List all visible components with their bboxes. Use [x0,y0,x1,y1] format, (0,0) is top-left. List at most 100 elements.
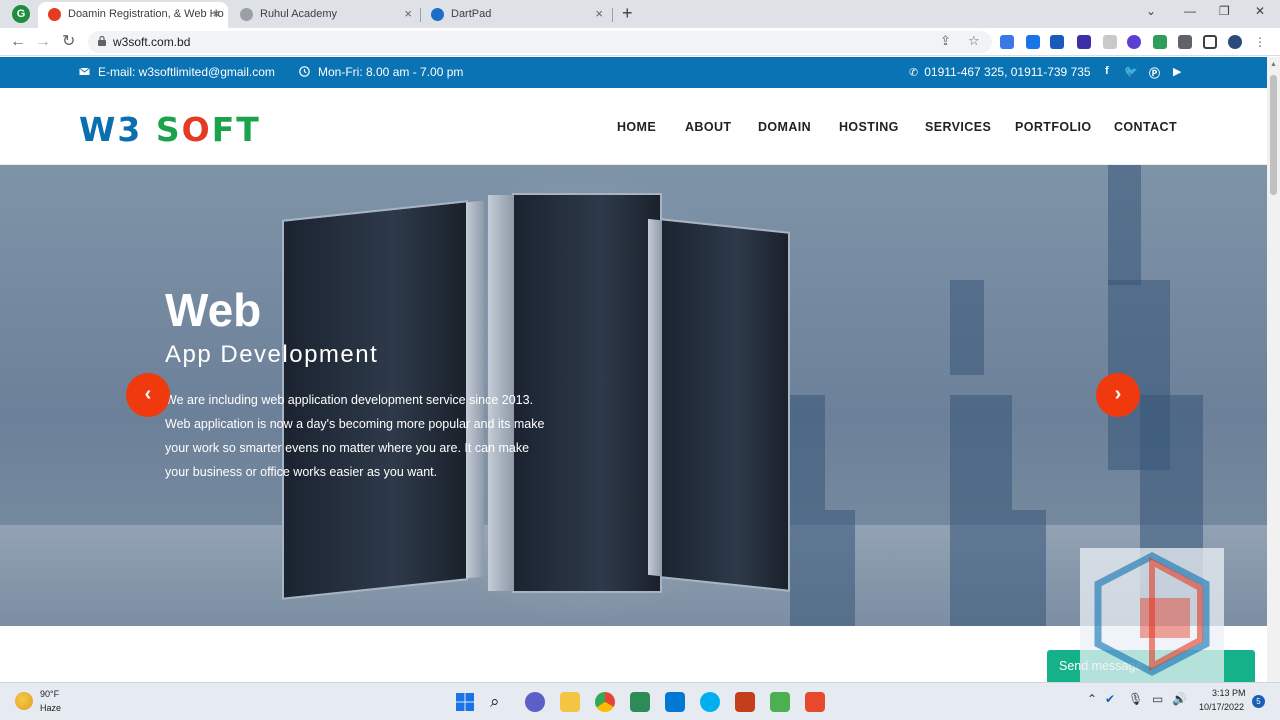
ruhul-academy-favicon-icon [240,8,253,21]
windows-taskbar: 90°F Haze ⌕ ⌃ ✔ 🎙 ▭ 🔊 3:13 PM 10/17/2022… [0,682,1280,720]
clock-icon [299,66,310,77]
dartpad-favicon-icon [431,8,444,21]
browser-toolbar: ← → ↻ w3soft.com.bd ⇪ ☆ ⋮ [0,28,1280,56]
tab-domain-registration[interactable]: Doamin Registration, & Web Ho × [38,2,228,28]
nav-hosting[interactable]: HOSTING [839,120,899,134]
tab-title: Doamin Registration, & Web Ho [68,8,224,20]
teams-chat-icon[interactable] [525,692,545,712]
notepad-icon[interactable] [630,692,650,712]
network-icon[interactable]: ▭ [1152,692,1163,706]
hero-decor-block [950,395,1012,626]
close-tab-icon[interactable]: × [595,2,603,26]
new-tab-button[interactable]: + [622,3,633,24]
microphone-icon[interactable]: 🎙 [1128,692,1143,706]
camtasia-icon[interactable] [770,692,790,712]
extension-icon[interactable] [1026,35,1040,49]
volume-icon[interactable]: 🔊 [1172,692,1187,706]
page-scrollbar[interactable]: ▲ [1267,57,1280,682]
hero-decor-block [1108,165,1141,285]
reload-icon[interactable]: ↻ [62,32,75,52]
minimize-icon[interactable]: — [1184,4,1196,18]
extension-icon[interactable] [1000,35,1014,49]
extensions-puzzle-icon[interactable] [1178,35,1192,49]
nav-home[interactable]: HOME [617,120,656,134]
hero-subtitle: App Development [165,341,379,368]
lock-icon[interactable] [98,36,106,46]
chrome-icon[interactable] [595,692,615,712]
envelope-icon [79,67,90,75]
weather-sun-icon[interactable] [15,692,33,710]
hero-title: Web [165,284,262,336]
nav-services[interactable]: SERVICES [925,120,991,134]
powerpoint-icon[interactable] [735,692,755,712]
close-tab-icon[interactable]: × [212,2,220,26]
hero-description: We are including web application develop… [165,393,545,479]
clock-date[interactable]: 10/17/2022 [1199,702,1244,712]
w3soft-favicon-icon [48,8,61,21]
notification-badge[interactable]: 5 [1252,695,1265,708]
windows-start-icon[interactable] [455,692,475,712]
site-header: W3 SOFT HOME ABOUT DOMAIN HOSTING SERVIC… [0,88,1267,165]
hero-decor-block [790,395,825,626]
nav-domain[interactable]: DOMAIN [758,120,811,134]
watermark-logo-icon [1094,552,1210,676]
url-text: w3soft.com.bd [113,35,191,49]
hero-decor-block [1012,510,1046,626]
avatar[interactable] [1228,35,1242,49]
extension-icon[interactable] [1153,35,1167,49]
w3soft-logo[interactable]: W3 SOFT [79,110,261,149]
tab-search-chevron-icon[interactable]: ⌄ [1146,4,1156,18]
channel-watermark [1080,548,1224,682]
vscode-icon[interactable] [665,692,685,712]
extension-icon[interactable] [1103,35,1117,49]
address-bar[interactable]: w3soft.com.bd ⇪ ☆ [88,31,992,53]
tab-title: DartPad [451,8,492,20]
profile-icon[interactable]: G [12,5,30,23]
browser-menu-icon[interactable]: ⋮ [1254,35,1268,49]
forward-arrow-icon[interactable]: → [35,32,51,52]
slider-next-button[interactable]: › [1096,373,1140,417]
website-viewport: E-mail: w3softlimited@gmail.com Mon-Fri:… [0,57,1267,682]
hero-slider: Web App Development We are including web… [0,165,1267,626]
weather-description[interactable]: Haze [40,703,61,713]
close-tab-icon[interactable]: × [404,2,412,26]
side-panel-icon[interactable] [1203,35,1217,49]
search-icon[interactable]: ⌕ [490,692,510,712]
skype-icon[interactable] [700,692,720,712]
scroll-up-icon[interactable]: ▲ [1270,61,1277,68]
facebook-icon[interactable]: f [1105,65,1109,77]
tab-dartpad[interactable]: DartPad × [421,2,611,28]
security-shield-icon[interactable]: ✔ [1105,692,1115,706]
tab-ruhul-academy[interactable]: Ruhul Academy × [230,2,420,28]
nav-about[interactable]: ABOUT [685,120,731,134]
close-window-icon[interactable]: ✕ [1255,4,1265,18]
youtube-icon[interactable]: ▶ [1173,65,1181,78]
topbar-hours: Mon-Fri: 8.00 am - 7.00 pm [299,65,463,79]
phone-icon: ✆ [909,67,919,79]
nav-portfolio[interactable]: PORTFOLIO [1015,120,1092,134]
nav-contact[interactable]: CONTACT [1114,120,1177,134]
extension-badge-icon[interactable] [1077,35,1091,49]
contact-topbar: E-mail: w3softlimited@gmail.com Mon-Fri:… [0,57,1267,88]
extension-new-icon[interactable] [1050,35,1064,49]
bookmark-star-icon[interactable]: ☆ [968,33,980,49]
back-arrow-icon[interactable]: ← [10,32,26,52]
topbar-phone[interactable]: ✆ 01911-467 325, 01911-739 735 [909,65,1091,79]
maximize-icon[interactable]: ❐ [1219,4,1230,18]
clock-time[interactable]: 3:13 PM [1212,688,1246,698]
browser-tab-bar: G Doamin Registration, & Web Ho × Ruhul … [0,0,1280,28]
camtasia-recorder-icon[interactable] [805,692,825,712]
tray-chevron-icon[interactable]: ⌃ [1087,692,1097,706]
slider-prev-button[interactable]: ‹ [126,373,170,417]
extension-icon[interactable] [1127,35,1141,49]
weather-temperature[interactable]: 90°F [40,689,59,699]
tab-separator [612,8,613,22]
topbar-email[interactable]: E-mail: w3softlimited@gmail.com [79,65,275,79]
share-icon[interactable]: ⇪ [940,33,951,49]
hero-decor-block [825,510,855,626]
pinterest-icon[interactable]: Ⓟ [1149,65,1160,81]
file-explorer-icon[interactable] [560,692,580,712]
scrollbar-thumb[interactable] [1270,75,1277,195]
twitter-icon[interactable]: 🐦 [1124,65,1138,78]
server-rack-image [648,218,790,592]
